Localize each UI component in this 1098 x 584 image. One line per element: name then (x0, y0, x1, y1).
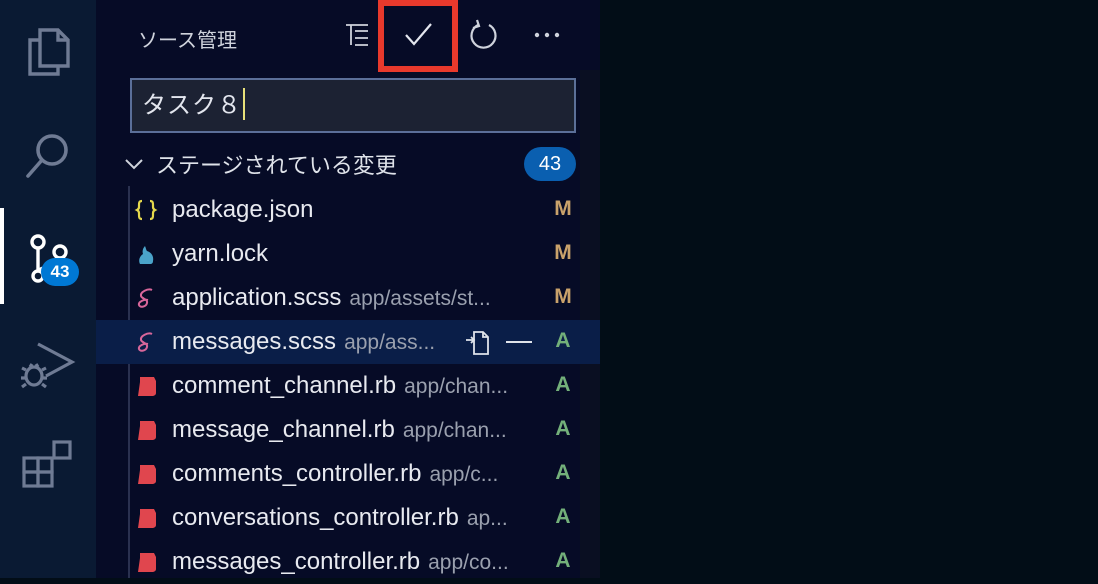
file-status: M (554, 285, 572, 308)
refresh-button[interactable] (460, 12, 506, 58)
file-row[interactable]: messages.scss app/ass... A (96, 320, 600, 364)
row-actions (464, 326, 546, 358)
activity-bar: 43 (0, 0, 96, 578)
commit-message-input[interactable]: タスク８ (130, 78, 576, 133)
staged-count-badge: 43 (524, 147, 576, 181)
activity-run-debug[interactable] (0, 318, 96, 406)
file-row[interactable]: application.scss app/assets/st... M (96, 276, 600, 320)
file-row[interactable]: messages_controller.rb app/co... A (96, 540, 600, 584)
text-caret (243, 88, 245, 120)
file-status: A (555, 505, 571, 528)
file-row[interactable]: comment_channel.rb app/chan... A (96, 364, 600, 408)
editor-area (600, 0, 1098, 578)
file-path: app/ass... (344, 331, 436, 354)
activity-extensions[interactable] (0, 420, 96, 508)
more-actions-button[interactable] (524, 12, 570, 58)
file-name: messages_controller.rb (172, 548, 421, 575)
file-status: A (555, 461, 571, 484)
panel-title: ソース管理 (138, 28, 237, 52)
activity-explorer[interactable] (0, 4, 96, 92)
file-row[interactable]: comments_controller.rb app/c... A (96, 452, 600, 496)
extensions-icon (22, 440, 72, 488)
file-row[interactable]: yarn.lock M (96, 232, 600, 276)
file-label: messages.scss app/ass... (172, 328, 435, 356)
activity-source-control[interactable] (0, 212, 96, 300)
commit-message-text: タスク８ (142, 91, 242, 119)
file-name: yarn.lock (172, 240, 269, 267)
file-row[interactable]: conversations_controller.rb ap... A (96, 496, 600, 540)
file-name: conversations_controller.rb (172, 504, 459, 531)
ruby-icon (134, 462, 158, 486)
file-label: yarn.lock (172, 240, 268, 268)
file-label: package.json (172, 196, 313, 224)
file-name: comments_controller.rb (172, 460, 422, 487)
file-row[interactable]: message_channel.rb app/chan... A (96, 408, 600, 452)
scm-badge: 43 (41, 258, 79, 286)
file-label: conversations_controller.rb ap... (172, 504, 508, 532)
open-file-icon[interactable] (464, 328, 492, 356)
file-status: A (555, 549, 571, 572)
file-path: app/assets/st... (349, 287, 491, 310)
file-path: app/chan... (402, 419, 507, 442)
file-status: A (555, 417, 571, 440)
section-label: ステージされている変更 (156, 154, 397, 179)
ruby-icon (134, 506, 158, 530)
file-name: application.scss (172, 284, 342, 311)
ruby-icon (134, 550, 158, 574)
refresh-icon (470, 19, 497, 49)
file-label: application.scss app/assets/st... (172, 284, 491, 312)
file-label: messages_controller.rb app/co... (172, 548, 509, 576)
run-debug-icon (21, 342, 76, 389)
chevron-down-icon (125, 159, 143, 170)
ruby-icon (134, 418, 158, 442)
search-icon (26, 134, 68, 178)
staged-changes-header[interactable]: ステージされている変更 43 (120, 146, 580, 182)
unstage-icon[interactable] (504, 328, 534, 356)
file-label: comment_channel.rb app/chan... (172, 372, 508, 400)
file-label: comments_controller.rb app/c... (172, 460, 498, 488)
ruby-icon (134, 374, 158, 398)
file-path: app/co... (428, 551, 509, 574)
file-row[interactable]: package.json M (96, 188, 600, 232)
yarn-icon (134, 242, 158, 266)
ellipsis-icon (534, 32, 560, 38)
file-name: package.json (172, 196, 314, 223)
view-as-tree-button[interactable] (334, 12, 380, 58)
file-status: M (554, 197, 572, 220)
commit-highlight-box (378, 0, 458, 72)
file-path: app/c... (429, 463, 499, 486)
file-status: A (555, 373, 571, 396)
scss-icon (134, 286, 158, 310)
json-icon (134, 198, 158, 222)
file-label: message_channel.rb app/chan... (172, 416, 507, 444)
file-name: messages.scss (172, 328, 337, 355)
file-name: comment_channel.rb (172, 372, 397, 399)
list-tree-icon (346, 24, 368, 46)
file-name: message_channel.rb (172, 416, 395, 443)
file-status: A (555, 329, 571, 352)
activity-search[interactable] (0, 110, 96, 198)
file-path: ap... (466, 507, 508, 530)
file-path: app/chan... (404, 375, 509, 398)
scss-icon (134, 330, 158, 354)
files-icon (28, 28, 70, 76)
source-control-panel: ソース管理 タスク８ ステージされている変更 43 package.json My… (96, 0, 600, 578)
file-status: M (554, 241, 572, 264)
